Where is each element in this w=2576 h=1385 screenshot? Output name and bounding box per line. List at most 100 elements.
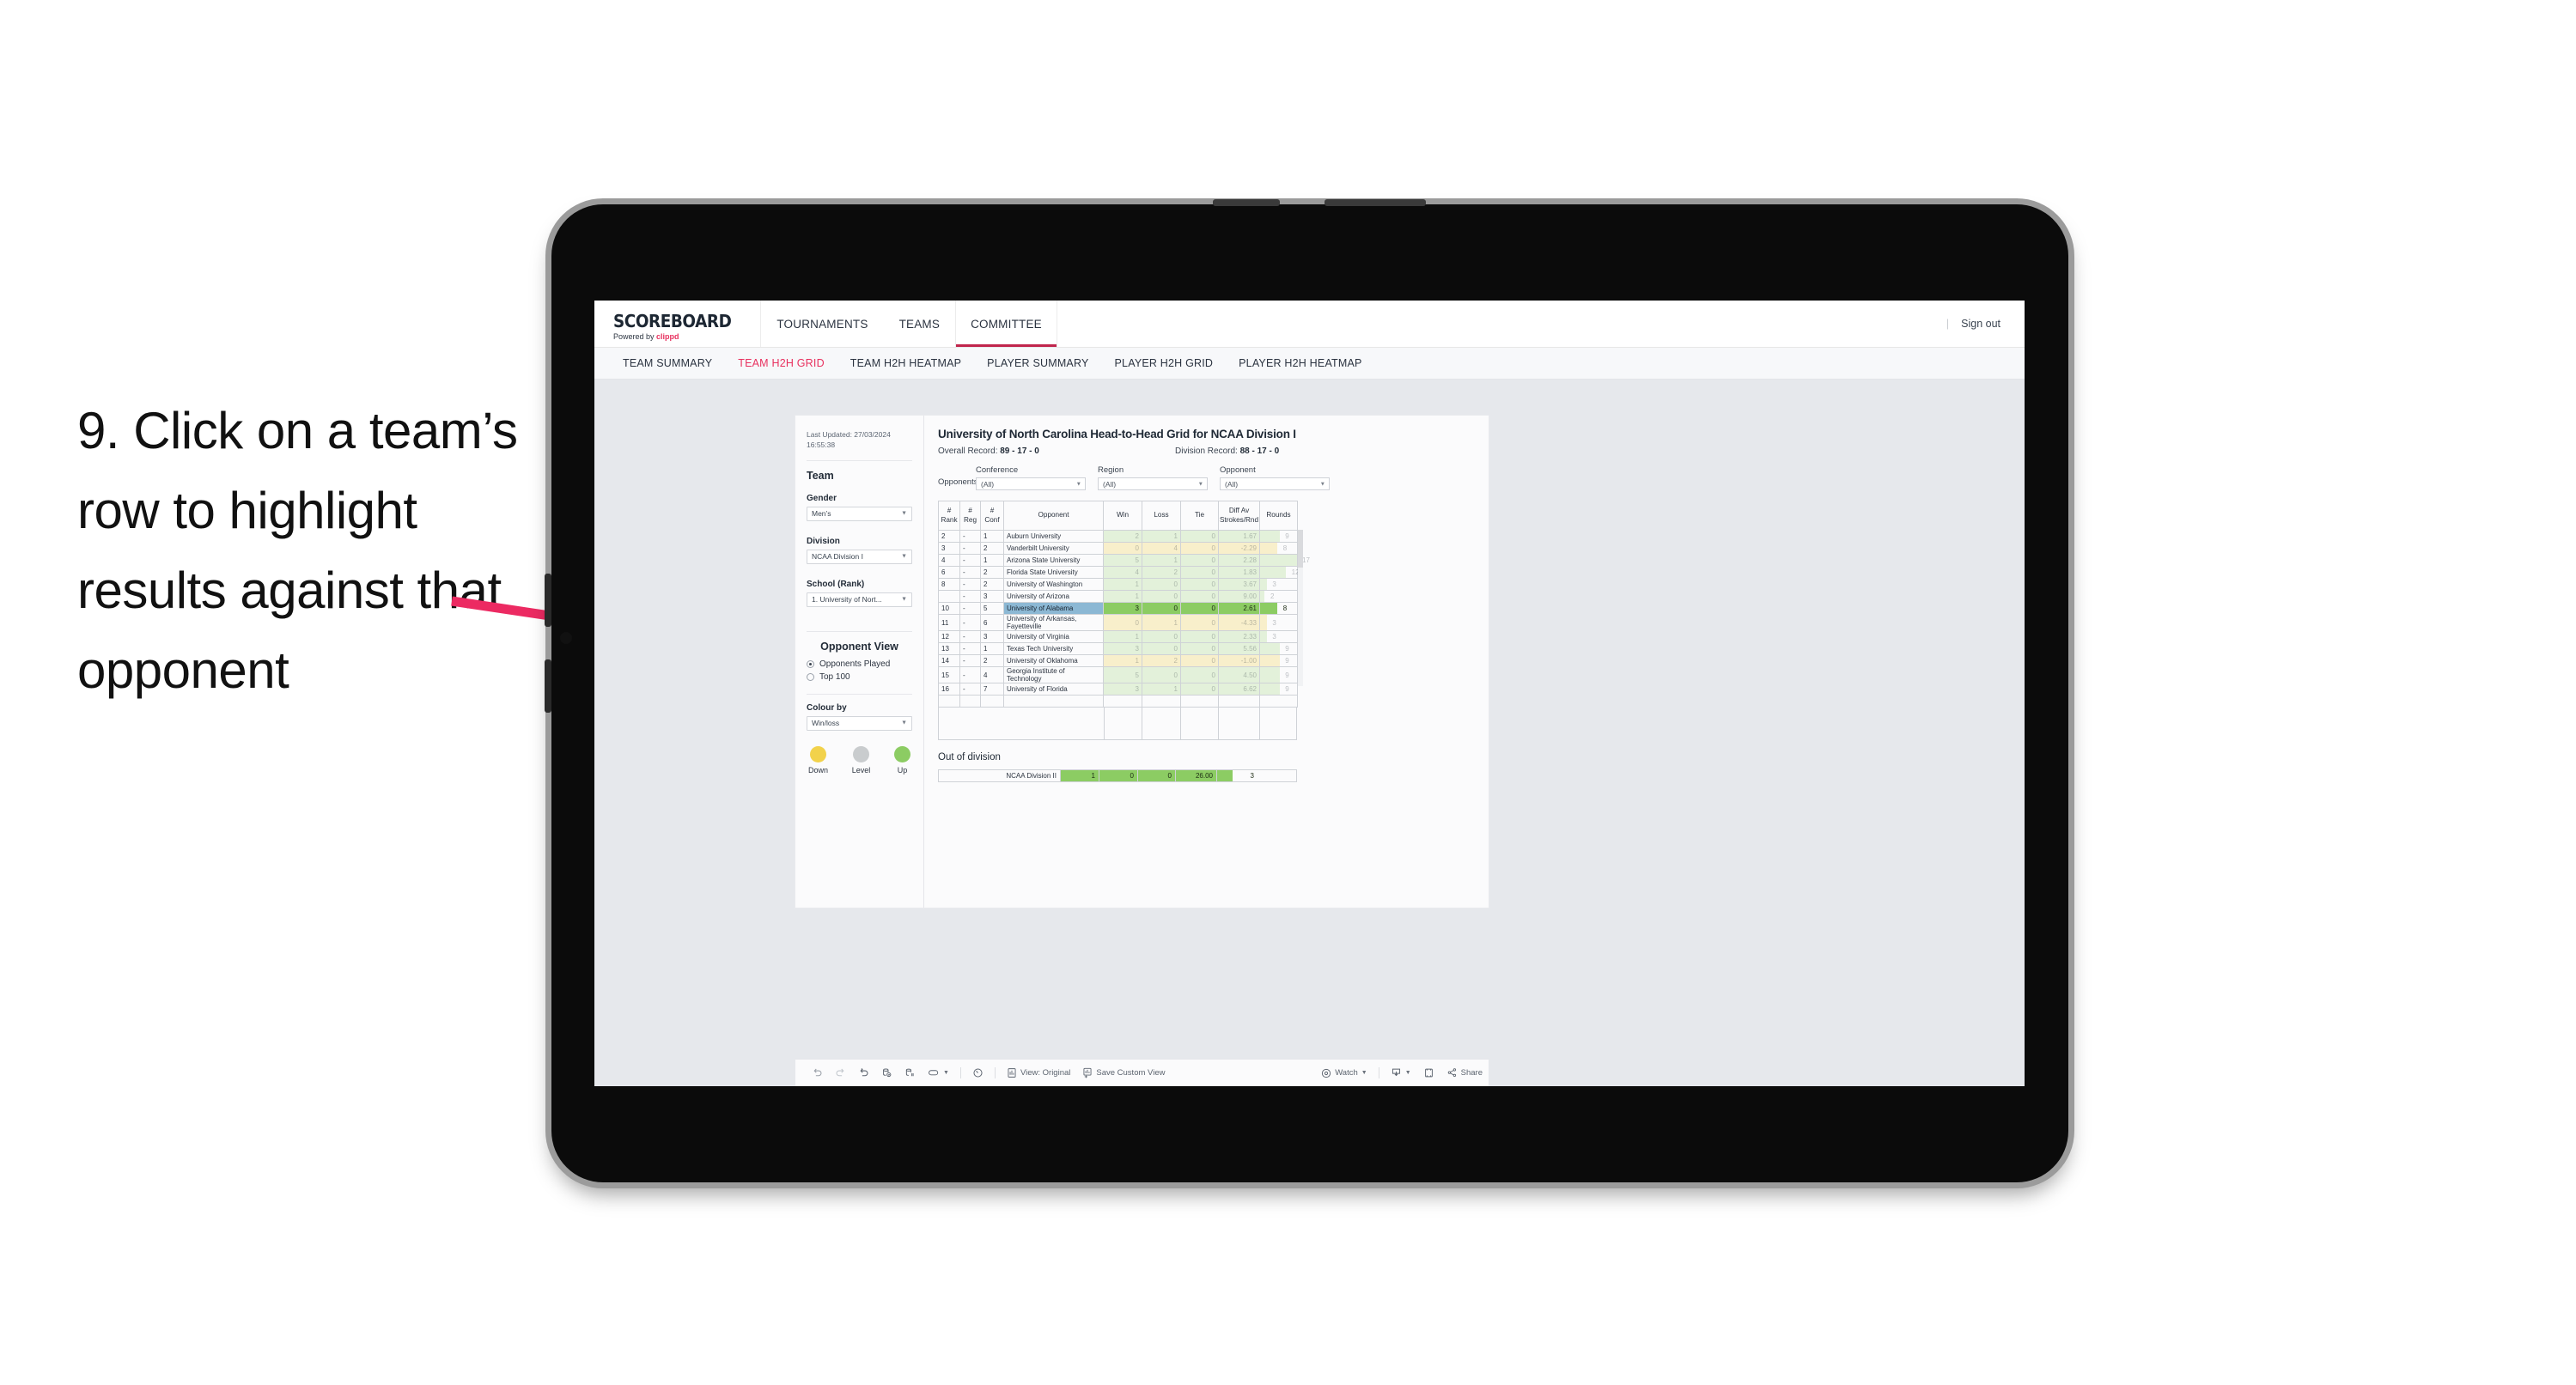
refresh-data-button[interactable]: [875, 1067, 898, 1078]
nav-item-committee[interactable]: COMMITTEE: [955, 301, 1057, 347]
cell-conf: 7: [980, 683, 1004, 696]
last-updated-date: Last Updated: 27/03/2024: [807, 430, 891, 439]
col-rounds[interactable]: Rounds: [1259, 501, 1298, 531]
opponent-filters: Opponents: Conference (All) ▼ Region (Al: [938, 465, 1475, 490]
pause-auto-updates-button[interactable]: [898, 1067, 922, 1078]
cell-diff: 4.50: [1218, 666, 1260, 683]
tab-player-h2h-heatmap[interactable]: PLAYER H2H HEATMAP: [1226, 357, 1374, 369]
table-row[interactable]: 2-1 Auburn University 2 1 0 1.67 9: [938, 530, 1298, 543]
redo-button[interactable]: [829, 1067, 852, 1078]
sign-out-area: | Sign out: [1946, 301, 2025, 347]
tab-team-h2h-grid[interactable]: TEAM H2H GRID: [725, 357, 837, 369]
undo-button[interactable]: [806, 1067, 829, 1078]
share-button[interactable]: Share: [1440, 1067, 1489, 1078]
rounds-value: 9: [1285, 657, 1289, 665]
table-row[interactable]: 11-6 University of Arkansas, Fayetteville…: [938, 614, 1298, 631]
last-updated-time: 16:55:38: [807, 440, 836, 450]
view-original-button[interactable]: View: Original: [1001, 1067, 1076, 1078]
grid-scrollbar-thumb[interactable]: [1298, 530, 1303, 568]
cell-loss: 2: [1142, 566, 1181, 579]
cell-rank: 3: [938, 542, 960, 555]
col-conf[interactable]: # Conf: [980, 501, 1004, 531]
colour-by-select[interactable]: Win/loss ▼: [807, 715, 912, 731]
table-row[interactable]: 6-2 Florida State University 4 2 0 1.83 12: [938, 566, 1300, 579]
legend-down-label: Down: [808, 765, 829, 775]
table-row[interactable]: 16-7 University of Florida 3 1 0 6.62 9: [938, 683, 1298, 696]
radio-opponents-played-label: Opponents Played: [819, 659, 891, 669]
filter-sidebar: Last Updated: 27/03/2024 16:55:38 Team G…: [795, 416, 924, 908]
cell-reg: -: [959, 666, 981, 683]
rounds-value: 9: [1285, 645, 1289, 653]
overall-record-value: 89 - 17 - 0: [1000, 446, 1039, 456]
brand-logo[interactable]: SCOREBOARD Powered by clippd: [594, 301, 762, 347]
ood-tie: 0: [1137, 770, 1175, 781]
col-diff[interactable]: Diff Av Strokes/Rnd: [1218, 501, 1260, 531]
col-rank[interactable]: # Rank: [938, 501, 960, 531]
save-custom-view-button[interactable]: Save Custom View: [1076, 1067, 1171, 1078]
tab-player-h2h-grid[interactable]: PLAYER H2H GRID: [1102, 357, 1227, 369]
table-row[interactable]: 15-4 Georgia Institute of Technology 5 0 0 4.…: [938, 666, 1298, 683]
col-win[interactable]: Win: [1103, 501, 1142, 531]
col-loss[interactable]: Loss: [1142, 501, 1181, 531]
tab-team-h2h-heatmap[interactable]: TEAM H2H HEATMAP: [837, 357, 974, 369]
colour-by-label: Colour by: [807, 702, 847, 713]
rounds-value: 9: [1285, 532, 1289, 540]
tab-team-summary[interactable]: TEAM SUMMARY: [610, 357, 725, 369]
spacer-cell: [1103, 695, 1142, 708]
table-row[interactable]: 8-2 University of Washington 1 0 0 3.67 3: [938, 578, 1298, 591]
rounds-bar: [1260, 555, 1297, 566]
cell-loss: 1: [1142, 683, 1181, 696]
radio-top-100[interactable]: Top 100: [807, 672, 912, 682]
nav-item-tournaments[interactable]: TOURNAMENTS: [761, 301, 883, 347]
overall-record: Overall Record: 89 - 17 - 0: [938, 446, 1175, 456]
cell-reg: -: [959, 602, 981, 615]
watch-button[interactable]: Watch ▼: [1315, 1068, 1373, 1078]
col-opponent[interactable]: Opponent: [1003, 501, 1104, 531]
gender-select[interactable]: Men’s ▼: [807, 506, 912, 521]
cell-opponent: University of Arkansas, Fayetteville: [1003, 614, 1104, 631]
nav-item-teams[interactable]: TEAMS: [884, 301, 956, 347]
ood-win: 1: [1060, 770, 1099, 781]
table-row[interactable]: 13-1 Texas Tech University 3 0 0 5.56 9: [938, 642, 1298, 655]
sign-out-link[interactable]: Sign out: [1961, 318, 2001, 330]
table-row[interactable]: -3 University of Arizona 1 0 0 9.00 2: [938, 590, 1298, 603]
revert-button[interactable]: [852, 1067, 875, 1078]
pause-refresh-button[interactable]: [966, 1067, 990, 1078]
legend-level-label: Level: [851, 765, 871, 775]
table-row[interactable]: 3-2 Vanderbilt University 0 4 0 -2.29 8: [938, 542, 1298, 555]
col-tie[interactable]: Tie: [1180, 501, 1219, 531]
table-row[interactable]: 4-1 Arizona State University 5 1 0 2.28 17: [938, 554, 1310, 567]
tab-player-summary[interactable]: PLAYER SUMMARY: [974, 357, 1101, 369]
dashboard-canvas: Last Updated: 27/03/2024 16:55:38 Team G…: [594, 380, 2025, 1086]
cell-opponent: University of Oklahoma: [1003, 654, 1104, 667]
cell-win: 0: [1103, 542, 1142, 555]
cell-opponent: Auburn University: [1003, 530, 1104, 543]
divider: |: [1946, 318, 1950, 330]
col-reg[interactable]: # Reg: [959, 501, 981, 531]
fullscreen-button[interactable]: [1417, 1067, 1440, 1078]
school-select[interactable]: 1. University of Nort... ▼: [807, 592, 912, 607]
cell-tie: 0: [1180, 590, 1219, 603]
table-row[interactable]: 10-5 University of Alabama 3 0 0 2.61 8: [938, 602, 1298, 615]
cell-rounds: 9: [1259, 530, 1298, 543]
cell-opponent: Vanderbilt University: [1003, 542, 1104, 555]
chevron-down-icon: ▼: [1075, 481, 1081, 487]
filter-opponent-value: (All): [1225, 479, 1239, 489]
download-button[interactable]: ▼: [1385, 1067, 1417, 1078]
cell-win: 1: [1103, 654, 1142, 667]
loop-playback-button[interactable]: ▼: [922, 1068, 955, 1078]
radio-opponents-played[interactable]: Opponents Played: [807, 659, 912, 669]
cell-tie: 0: [1180, 614, 1219, 631]
filter-opponent-label: Opponent: [1220, 465, 1256, 475]
out-of-division-row[interactable]: NCAA Division II 1 0 0 26.00 3: [938, 769, 1297, 782]
table-row[interactable]: 14-2 University of Oklahoma 1 2 0 -1.00 9: [938, 654, 1298, 667]
division-select[interactable]: NCAA Division I ▼: [807, 549, 912, 564]
filter-conference-select[interactable]: (All) ▼: [976, 477, 1086, 490]
chevron-down-icon: ▼: [901, 596, 907, 603]
filter-region-select[interactable]: (All) ▼: [1098, 477, 1208, 490]
radio-icon: [807, 659, 814, 668]
filter-opponent-select[interactable]: (All) ▼: [1220, 477, 1330, 490]
table-row[interactable]: 12-3 University of Virginia 1 0 0 2.33 3: [938, 630, 1298, 643]
device-volume-up-button: [545, 574, 551, 627]
filter-region: Region (All) ▼: [1098, 465, 1208, 490]
